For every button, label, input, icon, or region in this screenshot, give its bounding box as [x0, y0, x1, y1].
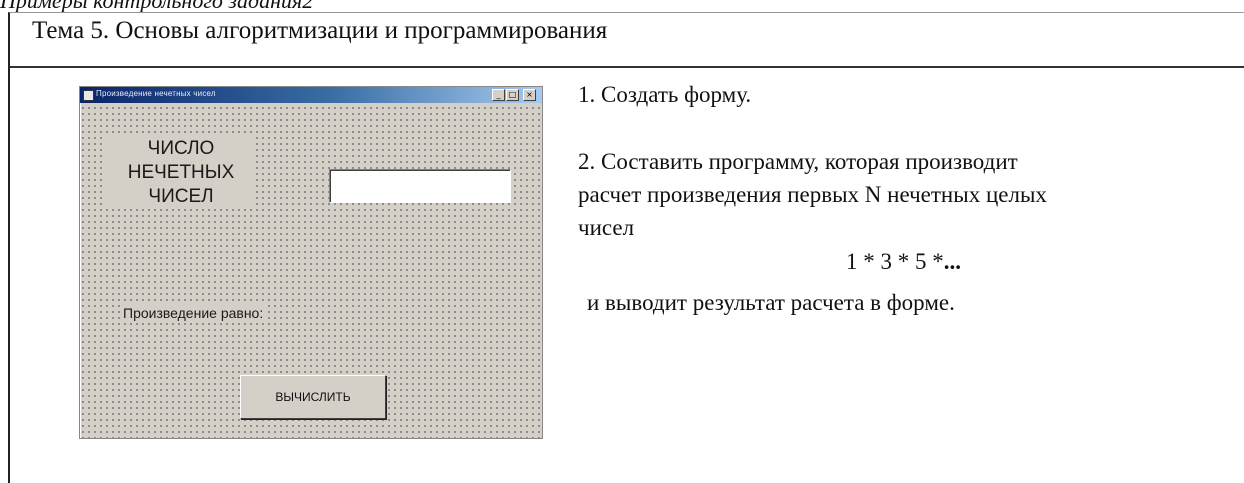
result-label: Произведение равно: — [120, 305, 267, 321]
vb-form-window: Произведение нечетных чисел _ □ × ЧИСЛО … — [79, 86, 543, 439]
task-step-2-line-2: расчет произведения первых N нечетных це… — [578, 182, 1047, 207]
maximize-icon[interactable]: □ — [506, 89, 519, 101]
task-step-2: 2. Составить программу, которая производ… — [578, 145, 1047, 244]
count-label: ЧИСЛО НЕЧЕТНЫХ ЧИСЕЛ — [106, 137, 256, 209]
formula-dots: ... — [943, 249, 961, 274]
task-step-3: и выводит результат расчета в форме. — [587, 290, 955, 315]
form-title: Произведение нечетных чисел — [96, 89, 216, 98]
formula-expression: 1 * 3 * 5 * — [846, 249, 944, 274]
task-step-2-line-3: чисел — [578, 215, 635, 240]
app-icon — [83, 90, 94, 101]
form-titlebar: Произведение нечетных чисел _ □ × — [80, 87, 542, 103]
task-step-2-line-1: 2. Составить программу, которая производ… — [578, 149, 1018, 174]
calculate-button[interactable]: ВЫЧИСЛИТЬ — [240, 375, 386, 419]
topic-title: Тема 5. Основы алгоритмизации и программ… — [32, 17, 608, 44]
topic-header: Тема 5. Основы алгоритмизации и программ… — [10, 13, 1244, 68]
task-step-1: 1. Создать форму. — [578, 82, 752, 107]
close-icon[interactable]: × — [523, 89, 536, 101]
formula: 1 * 3 * 5 *... — [846, 249, 961, 275]
minimize-icon[interactable]: _ — [492, 89, 505, 101]
count-input[interactable] — [329, 169, 511, 203]
